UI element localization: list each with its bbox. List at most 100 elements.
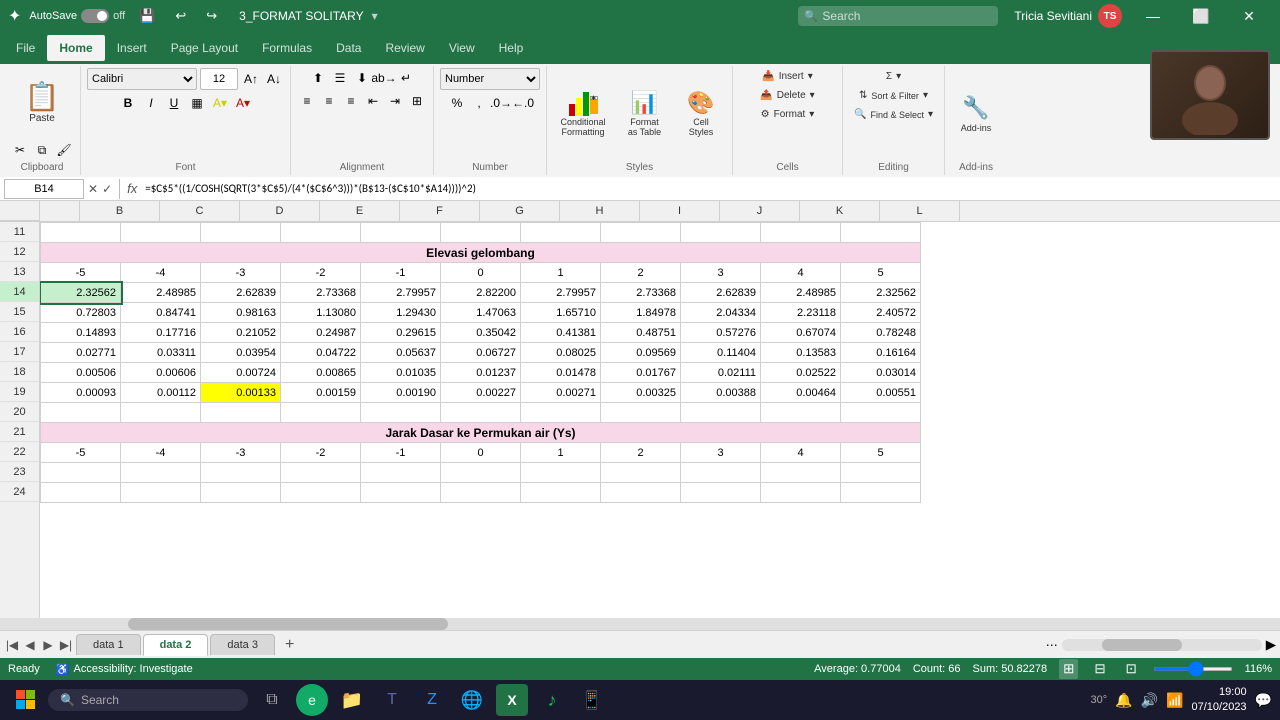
- autosum-button[interactable]: Σ▾: [878, 68, 910, 85]
- cell-D14[interactable]: 2.62839: [201, 283, 281, 303]
- cell-L11[interactable]: [841, 223, 921, 243]
- find-select-button[interactable]: 🔍 Find & Select▾: [849, 106, 938, 123]
- cell-F13[interactable]: -1: [361, 263, 441, 283]
- tab-review[interactable]: Review: [373, 35, 436, 61]
- cell-B16[interactable]: 0.14893: [41, 323, 121, 343]
- row-num-18[interactable]: 18: [0, 362, 39, 382]
- cell-D15[interactable]: 0.98163: [201, 303, 281, 323]
- format-button[interactable]: ⚙ Format▾: [756, 106, 820, 123]
- col-header-K[interactable]: K: [800, 201, 880, 221]
- sheet-nav-first[interactable]: |◀: [4, 637, 20, 653]
- border-button[interactable]: ▦: [187, 93, 207, 113]
- cell-B24[interactable]: [41, 483, 121, 503]
- taskbar-icon-excel[interactable]: X: [496, 684, 528, 716]
- cell-J19[interactable]: 0.00388: [681, 383, 761, 403]
- cell-D17[interactable]: 0.03954: [201, 343, 281, 363]
- cell-I23[interactable]: [601, 463, 681, 483]
- row-num-15[interactable]: 15: [0, 302, 39, 322]
- align-top[interactable]: ⬆: [308, 68, 328, 88]
- align-bottom[interactable]: ⬇: [352, 68, 372, 88]
- cell-J17[interactable]: 0.11404: [681, 343, 761, 363]
- cell-K18[interactable]: 0.02522: [761, 363, 841, 383]
- sheet-nav-next[interactable]: ▶: [40, 637, 56, 653]
- tab-page-layout[interactable]: Page Layout: [159, 35, 250, 61]
- sheet-grid[interactable]: Elevasi gelombang -5 -4 -3 -2 -1 0 1 2 3…: [40, 222, 1280, 618]
- cell-I24[interactable]: [601, 483, 681, 503]
- row-num-12[interactable]: 12: [0, 242, 39, 262]
- cell-B20[interactable]: [41, 403, 121, 423]
- copy-button[interactable]: ⧉: [32, 140, 52, 160]
- addins-button[interactable]: 🔧 Add-ins: [951, 79, 1001, 149]
- tab-help[interactable]: Help: [487, 35, 536, 61]
- format-as-table-button[interactable]: 📊 Format as Table: [617, 79, 672, 149]
- cell-D11[interactable]: [201, 223, 281, 243]
- cell-B17[interactable]: 0.02771: [41, 343, 121, 363]
- cell-H23[interactable]: [521, 463, 601, 483]
- cell-H20[interactable]: [521, 403, 601, 423]
- redo-button[interactable]: ↪: [200, 6, 223, 26]
- horizontal-scrollbar[interactable]: [0, 618, 1280, 630]
- cell-J14[interactable]: 2.62839: [681, 283, 761, 303]
- cell-E17[interactable]: 0.04722: [281, 343, 361, 363]
- align-center[interactable]: ≡: [319, 91, 339, 111]
- tab-options-button[interactable]: ⋯: [1046, 638, 1058, 652]
- sheet-tab-data1[interactable]: data 1: [76, 634, 141, 655]
- cell-C15[interactable]: 0.84741: [121, 303, 201, 323]
- cell-C18[interactable]: 0.00606: [121, 363, 201, 383]
- insert-button[interactable]: 📥 Insert▾: [757, 68, 818, 85]
- row-num-13[interactable]: 13: [0, 262, 39, 282]
- align-middle[interactable]: ☰: [330, 68, 350, 88]
- cell-J22[interactable]: 3: [681, 443, 761, 463]
- notification-icon[interactable]: 🔔: [1115, 692, 1132, 709]
- col-header-F[interactable]: F: [400, 201, 480, 221]
- col-header-D[interactable]: D: [240, 201, 320, 221]
- col-header-J[interactable]: J: [720, 201, 800, 221]
- cell-B11[interactable]: [41, 223, 121, 243]
- cell-E19[interactable]: 0.00159: [281, 383, 361, 403]
- cell-H24[interactable]: [521, 483, 601, 503]
- cell-E22[interactable]: -2: [281, 443, 361, 463]
- cell-J23[interactable]: [681, 463, 761, 483]
- cell-L22[interactable]: 5: [841, 443, 921, 463]
- merge-center[interactable]: ⊞: [407, 91, 427, 111]
- cell-L20[interactable]: [841, 403, 921, 423]
- cell-E15[interactable]: 1.13080: [281, 303, 361, 323]
- maximize-button[interactable]: ⬜: [1178, 0, 1224, 32]
- cell-D20[interactable]: [201, 403, 281, 423]
- sheet-scroll-bar[interactable]: [1062, 639, 1262, 651]
- tab-insert[interactable]: Insert: [105, 35, 159, 61]
- sheet-nav-last[interactable]: ▶|: [58, 637, 74, 653]
- cell-E14[interactable]: 2.73368: [281, 283, 361, 303]
- cell-J11[interactable]: [681, 223, 761, 243]
- cell-E16[interactable]: 0.24987: [281, 323, 361, 343]
- delete-button[interactable]: 📤 Delete▾: [755, 87, 819, 104]
- cell-styles-button[interactable]: 🎨 Cell Styles: [676, 79, 726, 149]
- fill-color-button[interactable]: A▾: [210, 93, 230, 113]
- cell-D22[interactable]: -3: [201, 443, 281, 463]
- col-header-B[interactable]: B: [80, 201, 160, 221]
- avatar[interactable]: TS: [1098, 4, 1122, 28]
- cell-F17[interactable]: 0.05637: [361, 343, 441, 363]
- cell-E24[interactable]: [281, 483, 361, 503]
- cell-G15[interactable]: 1.47063: [441, 303, 521, 323]
- cell-F24[interactable]: [361, 483, 441, 503]
- formula-input[interactable]: [145, 179, 1276, 199]
- cell-K17[interactable]: 0.13583: [761, 343, 841, 363]
- row-num-17[interactable]: 17: [0, 342, 39, 362]
- cell-F18[interactable]: 0.01035: [361, 363, 441, 383]
- cell-H13[interactable]: 1: [521, 263, 601, 283]
- cell-G18[interactable]: 0.01237: [441, 363, 521, 383]
- increase-decimal[interactable]: .0→: [491, 93, 511, 113]
- save-button[interactable]: 💾: [133, 6, 161, 26]
- cell-K16[interactable]: 0.67074: [761, 323, 841, 343]
- cell-G14[interactable]: 2.82200: [441, 283, 521, 303]
- cell-D18[interactable]: 0.00724: [201, 363, 281, 383]
- sheet-nav-prev[interactable]: ◀: [22, 637, 38, 653]
- cell-K24[interactable]: [761, 483, 841, 503]
- cell-section-elevasi[interactable]: Elevasi gelombang: [41, 243, 921, 263]
- cell-C24[interactable]: [121, 483, 201, 503]
- close-button[interactable]: ✕: [1226, 0, 1272, 32]
- cell-H18[interactable]: 0.01478: [521, 363, 601, 383]
- cell-G23[interactable]: [441, 463, 521, 483]
- cell-H16[interactable]: 0.41381: [521, 323, 601, 343]
